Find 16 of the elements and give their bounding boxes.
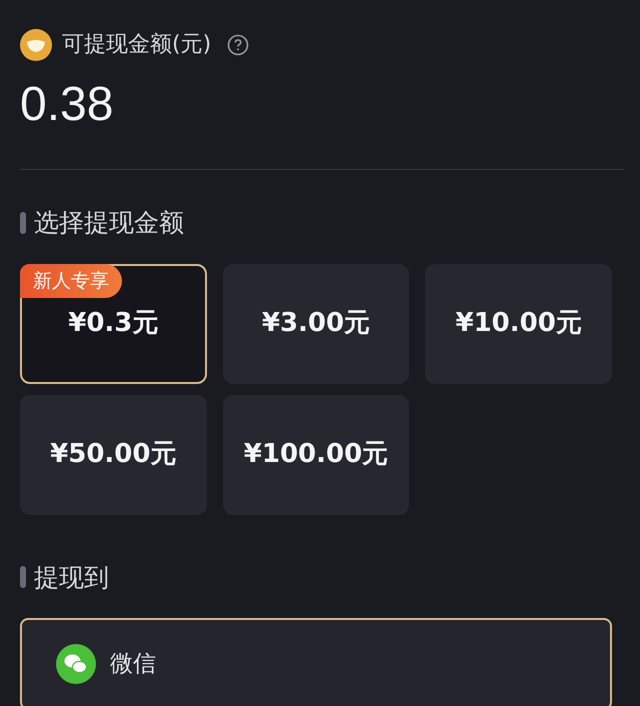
amount-option[interactable]: 新人专享 ¥0.3元 [20,264,207,384]
help-icon[interactable] [227,34,250,56]
balance-label: 可提现金额(元) [62,31,212,59]
amount-option[interactable]: ¥100.00元 [222,394,410,514]
coin-icon [20,28,52,60]
amount-option[interactable]: ¥3.00元 [222,264,410,384]
amount-option[interactable]: ¥10.00元 [425,264,612,384]
chat-bubbles-icon [56,644,96,684]
balance-amount: 0.38 [20,81,114,129]
section-marker [20,212,26,234]
payment-method[interactable]: 微信 [20,618,612,706]
section-title: 选择提现金额 [34,207,184,239]
promo-badge: 新人专享 [20,264,122,298]
amount-option[interactable]: ¥50.00元 [20,394,207,514]
section-title: 提现到 [34,562,109,594]
section-marker [20,566,26,588]
